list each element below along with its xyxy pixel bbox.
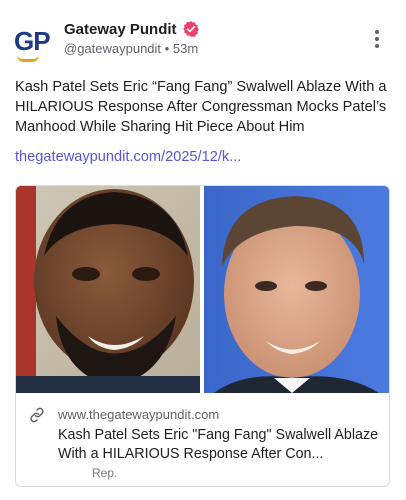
link-preview-card[interactable]: www.thegatewaypundit.com Kash Patel Sets… xyxy=(15,185,390,487)
post-text: Kash Patel Sets Eric “Fang Fang” Swalwel… xyxy=(15,79,387,135)
author-handle-row: @gatewaypundit • 53m xyxy=(64,41,198,56)
link-preview-meta[interactable]: www.thegatewaypundit.com Kash Patel Sets… xyxy=(16,394,389,486)
preview-title[interactable]: Kash Patel Sets Eric "Fang Fang" Swalwel… xyxy=(58,426,380,464)
avatar[interactable]: GP xyxy=(14,26,54,62)
author-name[interactable]: Gateway Pundit xyxy=(64,21,177,38)
separator-dot: • xyxy=(164,41,170,56)
avatar-swoosh xyxy=(17,55,39,62)
link-icon xyxy=(28,406,46,424)
preview-caption: Rep. xyxy=(92,466,118,480)
preview-photo-right xyxy=(204,186,389,393)
preview-image[interactable] xyxy=(16,186,389,393)
author-name-row[interactable]: Gateway Pundit xyxy=(64,20,200,38)
post-time: 53m xyxy=(172,41,199,56)
post: GP Gateway Pundit @gatewaypundit • 53m K… xyxy=(0,0,406,500)
author-handle[interactable]: @gatewaypundit xyxy=(64,41,161,56)
avatar-logo-text: GP xyxy=(14,26,51,56)
verified-badge-icon xyxy=(182,20,200,38)
post-link[interactable]: thegatewaypundit.com/2025/12/k... xyxy=(15,149,241,165)
preview-photo-left xyxy=(16,186,200,393)
preview-domain: www.thegatewaypundit.com xyxy=(58,407,220,422)
more-vertical-icon[interactable] xyxy=(372,30,382,50)
